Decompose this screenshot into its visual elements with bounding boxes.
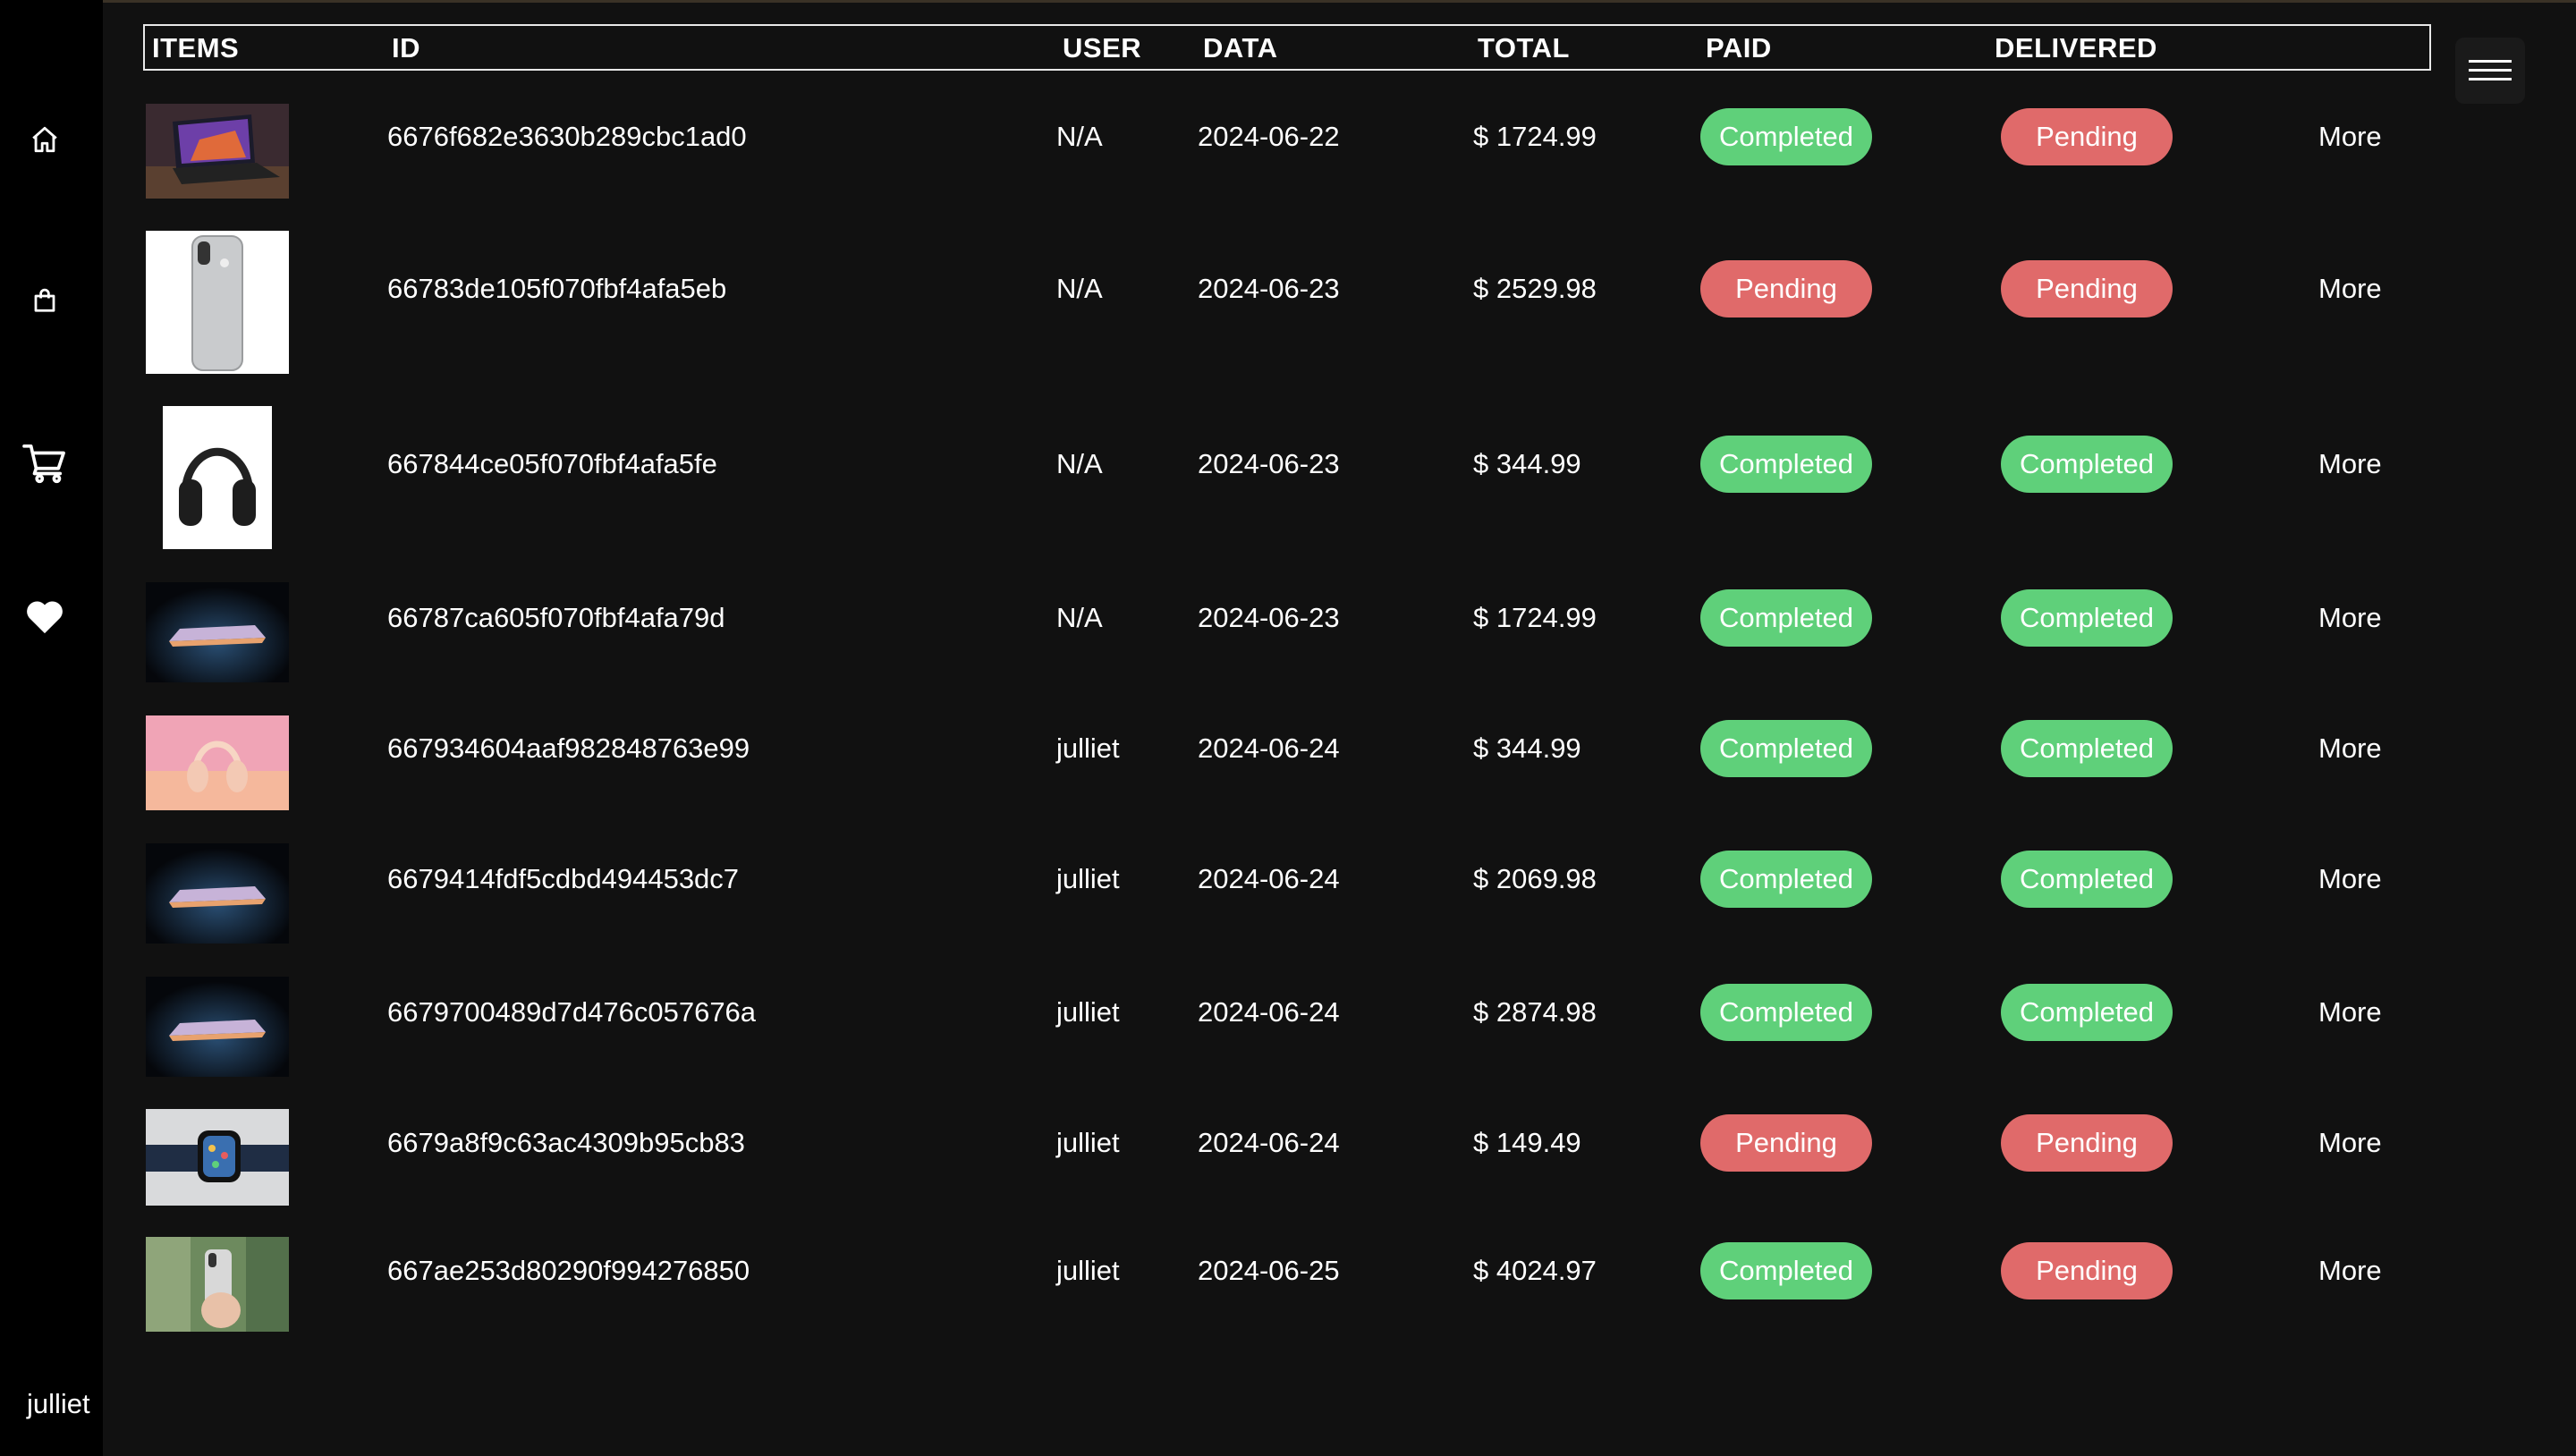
order-user: julliet [1056,1127,1120,1158]
order-date: 2024-06-24 [1198,996,1340,1028]
paid-status-badge: Completed [1700,720,1872,777]
top-accent-line [0,0,2576,3]
headphones-photo [163,406,272,549]
header-total: TOTAL [1478,32,1570,63]
delivered-status-badge: Completed [2001,851,2173,908]
delivered-status-badge: Pending [2001,260,2173,317]
header-date: DATA [1203,32,1278,63]
order-id: 667ae253d80290f994276850 [387,1255,750,1286]
order-total: $ 4024.97 [1473,1255,1597,1286]
order-total: $ 2069.98 [1473,863,1597,894]
order-date: 2024-06-25 [1198,1255,1340,1286]
header-paid: PAID [1706,32,1772,63]
more-link[interactable]: More [2318,732,2382,765]
order-id: 6676f682e3630b289cbc1ad0 [387,121,747,152]
order-user: julliet [1056,732,1120,764]
hamburger-icon [2469,60,2512,80]
order-user: N/A [1056,448,1103,479]
macbook-dark-photo [146,843,289,944]
iphone-photo [146,231,289,374]
macbook-dark-photo [146,582,289,682]
pink-headphones-photo [146,715,289,810]
order-id: 6679414fdf5cdbd494453dc7 [387,863,740,894]
order-total: $ 1724.99 [1473,121,1597,152]
sidebar: julliet [0,0,103,1456]
paid-status-badge: Completed [1700,108,1872,165]
more-link[interactable]: More [2318,602,2382,634]
delivered-status-badge: Pending [2001,108,2173,165]
order-total: $ 344.99 [1473,448,1581,479]
order-total: $ 2874.98 [1473,996,1597,1028]
heart-icon[interactable] [20,592,70,642]
order-date: 2024-06-23 [1198,448,1340,479]
paid-status-badge: Completed [1700,589,1872,647]
order-total: $ 2529.98 [1473,273,1597,304]
header-user: USER [1063,32,1142,63]
paid-status-badge: Completed [1700,984,1872,1041]
order-user: julliet [1056,1255,1120,1286]
order-total: $ 344.99 [1473,732,1581,764]
order-date: 2024-06-24 [1198,732,1340,764]
order-user: N/A [1056,121,1103,152]
header-items: ITEMS [152,32,240,63]
order-id: 66787ca605f070fbf4afa79d [387,602,725,633]
order-user: julliet [1056,996,1120,1028]
more-link[interactable]: More [2318,1127,2382,1159]
order-id: 667934604aaf982848763e99 [387,732,750,764]
order-id: 6679700489d7d476c057676a [387,996,757,1028]
paid-status-badge: Completed [1700,851,1872,908]
order-date: 2024-06-24 [1198,1127,1340,1158]
macbook-dark-photo [146,977,289,1077]
home-icon[interactable] [20,114,70,165]
order-total: $ 149.49 [1473,1127,1581,1158]
more-link[interactable]: More [2318,121,2382,153]
delivered-status-badge: Completed [2001,720,2173,777]
delivered-status-badge: Pending [2001,1242,2173,1299]
order-total: $ 1724.99 [1473,602,1597,633]
order-id: 667844ce05f070fbf4afa5fe [387,448,717,479]
shopping-bag-icon[interactable] [20,275,70,326]
watch-photo [146,1109,289,1206]
more-link[interactable]: More [2318,863,2382,895]
paid-status-badge: Pending [1700,260,1872,317]
delivered-status-badge: Completed [2001,589,2173,647]
delivered-status-badge: Completed [2001,436,2173,493]
order-date: 2024-06-23 [1198,602,1340,633]
order-id: 6679a8f9c63ac4309b95cb83 [387,1127,745,1158]
header-delivered: DELIVERED [1995,32,2157,63]
sidebar-username: julliet [27,1388,90,1419]
delivered-status-badge: Completed [2001,984,2173,1041]
order-date: 2024-06-24 [1198,863,1340,894]
more-link[interactable]: More [2318,273,2382,305]
order-id: 66783de105f070fbf4afa5eb [387,273,727,304]
more-link[interactable]: More [2318,996,2382,1029]
more-link[interactable]: More [2318,1255,2382,1287]
order-date: 2024-06-22 [1198,121,1340,152]
cart-icon[interactable] [20,438,70,488]
hamburger-menu-button[interactable] [2455,38,2525,104]
more-link[interactable]: More [2318,448,2382,480]
delivered-status-badge: Pending [2001,1114,2173,1172]
laptop-photo [146,104,289,199]
paid-status-badge: Completed [1700,1242,1872,1299]
order-user: N/A [1056,602,1103,633]
order-user: N/A [1056,273,1103,304]
paid-status-badge: Pending [1700,1114,1872,1172]
order-date: 2024-06-23 [1198,273,1340,304]
paid-status-badge: Completed [1700,436,1872,493]
order-user: julliet [1056,863,1120,894]
iphone-hand-photo [146,1237,289,1332]
header-id: ID [392,32,420,63]
